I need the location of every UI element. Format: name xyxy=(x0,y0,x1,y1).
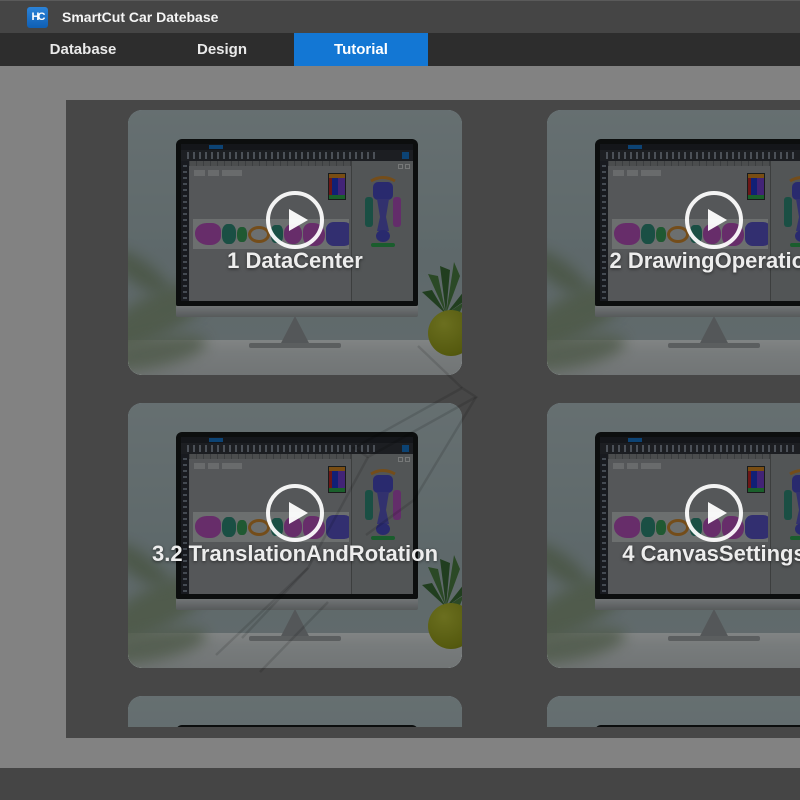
dark-overlay xyxy=(547,110,800,375)
app-logo-icon: HC xyxy=(27,7,48,28)
window-title: SmartCut Car Datebase xyxy=(62,9,218,25)
play-icon xyxy=(289,502,308,524)
tutorial-card[interactable]: 1 DataCenter xyxy=(128,110,462,375)
tab-database[interactable]: Database xyxy=(16,33,150,66)
play-icon xyxy=(708,502,727,524)
tutorial-title: 4 CanvasSettings xyxy=(547,541,800,567)
tab-design[interactable]: Design xyxy=(155,33,289,66)
tutorial-title: 3.2 TranslationAndRotation xyxy=(128,541,462,567)
play-button[interactable] xyxy=(685,484,743,542)
play-icon xyxy=(708,209,727,231)
tutorial-card[interactable] xyxy=(547,696,800,727)
bottom-bar xyxy=(0,768,800,800)
tutorial-card[interactable]: 4 CanvasSettings xyxy=(547,403,800,668)
play-button[interactable] xyxy=(266,484,324,542)
tutorial-card[interactable]: 3.2 TranslationAndRotation xyxy=(128,403,462,668)
dark-overlay xyxy=(547,696,800,727)
dark-overlay xyxy=(128,696,462,727)
tutorial-panel: 1 DataCenter xyxy=(66,100,800,738)
play-button[interactable] xyxy=(685,191,743,249)
tutorial-card[interactable]: 2 DrawingOperation xyxy=(547,110,800,375)
dark-overlay xyxy=(547,403,800,668)
tutorial-title: 2 DrawingOperation xyxy=(547,248,800,274)
tutorial-grid-viewport[interactable]: 1 DataCenter xyxy=(66,100,800,727)
title-bar: HC SmartCut Car Datebase xyxy=(0,0,800,33)
tutorial-title: 1 DataCenter xyxy=(128,248,462,274)
play-button[interactable] xyxy=(266,191,324,249)
tab-bar: Database Design Tutorial xyxy=(0,33,800,66)
tutorial-card[interactable] xyxy=(128,696,462,727)
play-icon xyxy=(289,209,308,231)
tab-tutorial[interactable]: Tutorial xyxy=(294,33,428,66)
